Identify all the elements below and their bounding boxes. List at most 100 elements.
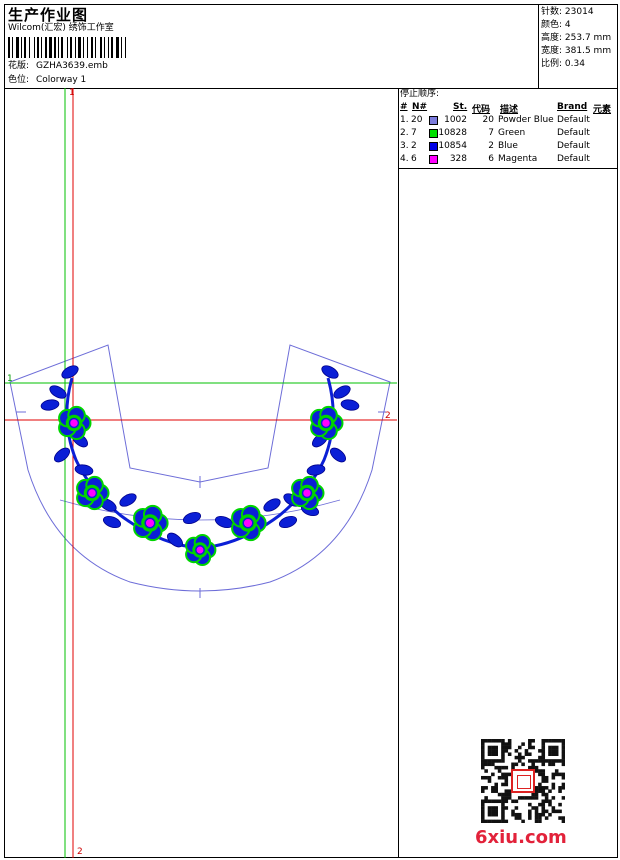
flower-center bbox=[68, 417, 80, 429]
qr-module bbox=[511, 809, 515, 814]
qr-module bbox=[501, 759, 505, 763]
qr-module bbox=[501, 806, 505, 810]
qr-module bbox=[517, 755, 522, 760]
qr-module bbox=[534, 819, 539, 824]
qr-module bbox=[514, 755, 519, 760]
flower-center bbox=[86, 487, 98, 499]
qr-module bbox=[507, 752, 512, 756]
leaf bbox=[321, 365, 339, 379]
qr-module bbox=[501, 796, 505, 800]
qr-module bbox=[534, 806, 539, 810]
qr-module bbox=[538, 786, 542, 790]
qr-module bbox=[504, 742, 509, 746]
qr-module bbox=[514, 749, 519, 753]
qr-module bbox=[551, 762, 556, 767]
qr-module bbox=[494, 806, 498, 810]
qr-module bbox=[484, 762, 488, 767]
qr-module bbox=[481, 749, 485, 753]
qr-module bbox=[491, 809, 495, 814]
qr-module bbox=[541, 806, 546, 810]
watermark-site: 6xiu.com bbox=[475, 827, 567, 848]
qr-module bbox=[521, 762, 525, 767]
embroidery-flowers bbox=[58, 405, 344, 567]
qr-module bbox=[517, 752, 522, 756]
flower bbox=[133, 504, 169, 542]
qr-module bbox=[528, 745, 532, 750]
qr-module bbox=[544, 799, 549, 804]
qr-module bbox=[554, 772, 559, 777]
qr-module bbox=[528, 802, 532, 807]
qr-module bbox=[538, 816, 542, 820]
design-canvas bbox=[5, 88, 397, 858]
guide-label-left: 1 bbox=[7, 374, 13, 384]
qr-module bbox=[534, 769, 539, 773]
qr-module bbox=[554, 749, 559, 753]
qr-module bbox=[541, 812, 546, 817]
leaf bbox=[61, 365, 79, 379]
qr-module bbox=[554, 769, 559, 773]
qr-module bbox=[521, 755, 525, 760]
qr-module bbox=[497, 765, 502, 770]
qr-module bbox=[481, 775, 485, 780]
qr-module bbox=[497, 759, 502, 763]
flower-center bbox=[320, 417, 332, 429]
qr-module bbox=[541, 792, 546, 797]
qr-module bbox=[487, 779, 492, 783]
qr-module bbox=[481, 745, 485, 750]
qr-module bbox=[551, 775, 556, 780]
qr-module bbox=[517, 745, 522, 750]
qr-module bbox=[484, 769, 488, 773]
qr-module bbox=[481, 799, 485, 804]
qr-module bbox=[491, 806, 495, 810]
qr-module bbox=[514, 806, 519, 810]
guide-label-top: 1 bbox=[69, 88, 75, 98]
leaf bbox=[102, 515, 122, 529]
qr-module bbox=[558, 739, 562, 743]
qr-module bbox=[491, 786, 495, 790]
qr-module bbox=[491, 745, 495, 750]
qr-module bbox=[487, 775, 492, 780]
leaf bbox=[53, 447, 71, 463]
leaf bbox=[40, 399, 60, 411]
qr-module bbox=[494, 786, 498, 790]
qr-module bbox=[504, 789, 509, 793]
qr-module bbox=[531, 745, 535, 750]
seal-stamp bbox=[511, 769, 535, 793]
qr-module bbox=[507, 792, 512, 797]
qr-module bbox=[531, 796, 535, 800]
qr-module bbox=[504, 796, 509, 800]
qr-module bbox=[481, 809, 485, 814]
qr-module bbox=[544, 809, 549, 814]
qr-module bbox=[528, 742, 532, 746]
qr-module bbox=[497, 775, 502, 780]
qr-module bbox=[544, 786, 549, 790]
qr-module bbox=[504, 806, 509, 810]
qr-module bbox=[524, 796, 529, 800]
qr-module bbox=[497, 769, 502, 773]
qr-module bbox=[561, 755, 566, 760]
qr-module bbox=[541, 742, 546, 746]
qr-module bbox=[541, 739, 546, 743]
qr-module bbox=[521, 819, 525, 824]
qr-module bbox=[501, 819, 505, 824]
qr-module bbox=[554, 752, 559, 756]
qr-module bbox=[497, 739, 502, 743]
qr-module bbox=[538, 759, 542, 763]
qr-module bbox=[501, 739, 505, 743]
qr-module bbox=[501, 792, 505, 797]
qr-module bbox=[504, 749, 509, 753]
qr-module bbox=[501, 765, 505, 770]
qr-module bbox=[481, 789, 485, 793]
qr-module bbox=[528, 809, 532, 814]
qr-module bbox=[501, 809, 505, 814]
qr-module bbox=[541, 752, 546, 756]
qr-module bbox=[541, 762, 546, 767]
qr-module bbox=[538, 802, 542, 807]
qr-module bbox=[548, 739, 552, 743]
qr-module bbox=[501, 802, 505, 807]
qr-module bbox=[531, 759, 535, 763]
qr-module bbox=[551, 759, 556, 763]
qr-module bbox=[497, 819, 502, 824]
qr-module bbox=[551, 749, 556, 753]
qr-module bbox=[491, 752, 495, 756]
